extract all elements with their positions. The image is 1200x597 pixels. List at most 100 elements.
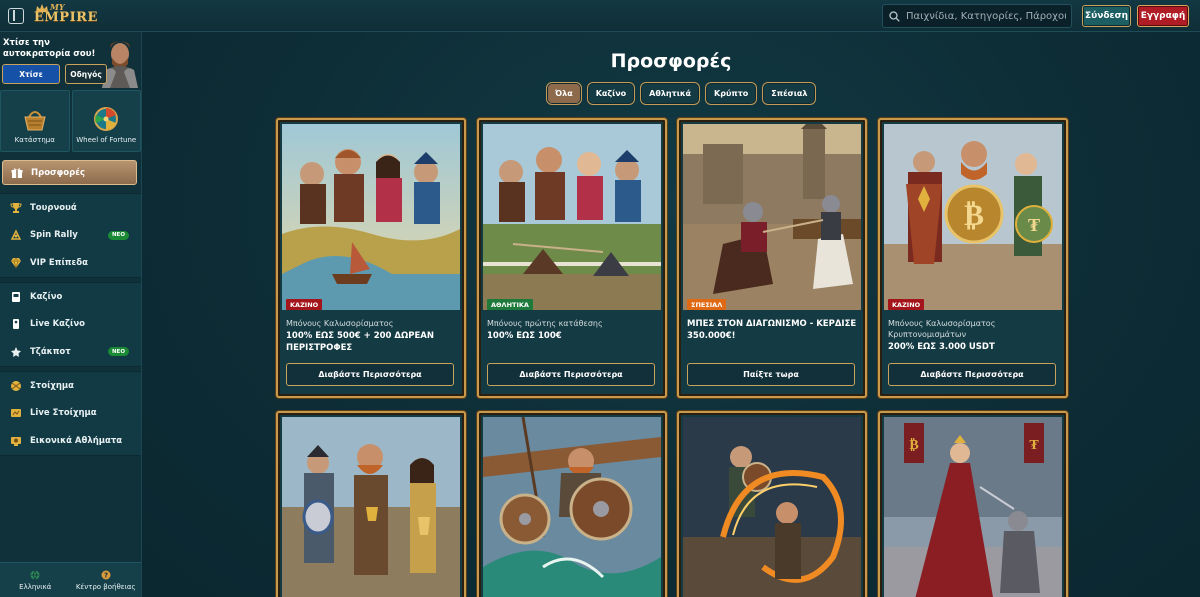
sidebar-item-live-casino[interactable]: Live Καζίνο (0, 311, 141, 339)
heroes-harbor-art (282, 124, 460, 310)
card-subtitle: Μπόνους πρώτης κατάθεσης (487, 319, 603, 328)
svg-text:?: ? (104, 571, 108, 579)
shop-tile[interactable]: Κατάστημα (0, 90, 70, 152)
wheel-of-fortune-tile[interactable]: Wheel of Fortune (71, 90, 141, 152)
card-title: ΜΠΕΣ ΣΤΟΝ ΔΙΑΓΩΝΙΣΜΟ - ΚΕΡΔΙΣΕ 350.000€! (687, 319, 857, 341)
filter-special[interactable]: Σπέσιαλ (762, 82, 817, 105)
viking-shields-art (483, 417, 661, 597)
read-more-button[interactable]: Διαβάστε Περισσότερα (286, 363, 454, 386)
category-badge: ΚΑΖΙΝΟ (286, 299, 323, 310)
category-badge: ΚΑΖΙΝΟ (888, 299, 925, 310)
sidebar-item-label: Καζίνο (30, 291, 63, 302)
nav-group-features: Τουρνουά Spin Rally ΝΕΟ VIP Επίπεδα (0, 193, 141, 278)
live-casino-icon (10, 318, 22, 330)
register-button[interactable]: Εγγραφή (1137, 5, 1189, 27)
promo-card[interactable]: ΑΘΛΗΤΙΚΑ Μπόνους πρώτης κατάθεσης 100% Ε… (477, 118, 667, 398)
search-box[interactable] (882, 4, 1072, 28)
filter-casino[interactable]: Καζίνο (586, 82, 636, 105)
filter-all[interactable]: Όλα (546, 82, 582, 105)
play-now-button[interactable]: Παίξτε τωρα (687, 363, 855, 386)
sidebar-item-live-betting[interactable]: Live Στοίχημα (0, 400, 141, 428)
sidebar-item-label: Live Στοίχημα (30, 408, 97, 419)
trophy-icon (10, 202, 22, 214)
help-icon: ? (101, 570, 111, 579)
card-title: 100% ΕΩΣ 500€ + 200 ΔΩΡΕΑΝ ΠΕΡΙΣΤΡΟΦΕΣ (286, 331, 434, 353)
logo[interactable]: MY EMPIRE (34, 3, 97, 29)
queen-knight-art: ₿ ₮ (884, 417, 1062, 597)
nav-group-sports: Στοίχημα Live Στοίχημα Εικονικά Αθλήματα (0, 371, 141, 456)
read-more-button[interactable]: Διαβάστε Περισσότερα (888, 363, 1056, 386)
filter-crypto[interactable]: Κρύπτο (705, 82, 758, 105)
wheel-of-fortune-label: Wheel of Fortune (76, 136, 137, 144)
crown-icon (36, 4, 48, 12)
svg-text:₮: ₮ (1029, 437, 1039, 453)
card-subtitle: Μπόνους Καλωσορίσματος (286, 319, 394, 328)
basket-icon (24, 111, 46, 131)
new-badge: ΝΕΟ (107, 230, 129, 240)
top-bar: MY EMPIRE Σύνδεση Εγγραφή (0, 0, 1200, 32)
live-bet-icon (10, 407, 22, 419)
category-filters: Όλα Καζίνο Αθλητικά Κρύπτο Σπέσιαλ (546, 82, 817, 105)
promo-card[interactable] (477, 411, 667, 597)
page-title: Προσφορές (610, 50, 732, 72)
gift-icon (11, 167, 23, 179)
jackpot-icon (10, 346, 22, 358)
promo-card[interactable]: ₿ ₮ (878, 411, 1068, 597)
promo-card[interactable]: ₿ ₮ ΚΑΖΙΝΟ Μπόνους Καλωσορίσματος Κρυπτο… (878, 118, 1068, 398)
ball-icon (10, 380, 22, 392)
wheel-icon (94, 107, 119, 131)
sidebar-item-label: Τζάκποτ (30, 346, 71, 357)
slot-icon (10, 291, 22, 303)
sidebar-item-virtual-sports[interactable]: Εικονικά Αθλήματα (0, 427, 141, 455)
svg-text:₮: ₮ (1028, 215, 1040, 236)
promo-card[interactable]: ΣΠΕΣΙΑΛ ΜΠΕΣ ΣΤΟΝ ΔΙΑΓΩΝΙΣΜΟ - ΚΕΡΔΙΣΕ 3… (677, 118, 867, 398)
build-empire-button[interactable]: Χτίσε (2, 64, 60, 84)
card-subtitle: Μπόνους Καλωσορίσματος Κρυπτονομισμάτων (888, 319, 996, 339)
category-badge: ΣΠΕΣΙΑΛ (687, 299, 727, 310)
sidebar-item-label: Live Καζίνο (30, 319, 85, 330)
language-label: Ελληνικά (19, 582, 52, 591)
sidebar-item-betting[interactable]: Στοίχημα (0, 372, 141, 400)
globe-icon (30, 569, 40, 580)
spin-icon (10, 229, 22, 241)
quick-tiles: Κατάστημα Wheel of Fortune (0, 90, 141, 152)
sidebar-item-spin-rally[interactable]: Spin Rally ΝΕΟ (0, 222, 141, 250)
sidebar-toggle-icon[interactable] (8, 8, 24, 24)
read-more-button[interactable]: Διαβάστε Περισσότερα (487, 363, 655, 386)
search-input[interactable] (906, 10, 1066, 22)
sidebar-item-jackpot[interactable]: Τζάκποτ ΝΕΟ (0, 338, 141, 366)
sidebar-item-casino[interactable]: Καζίνο (0, 283, 141, 311)
svg-text:₿: ₿ (909, 437, 918, 453)
login-button[interactable]: Σύνδεση (1082, 5, 1131, 27)
new-badge: ΝΕΟ (107, 347, 129, 356)
category-badge: ΑΘΛΗΤΙΚΑ (487, 299, 533, 310)
promo-card[interactable]: ΚΑΖΙΝΟ Μπόνους Καλωσορίσματος 100% ΕΩΣ 5… (276, 118, 466, 398)
fire-warriors-art (683, 417, 861, 597)
sidebar-item-label: VIP Επίπεδα (30, 257, 88, 268)
filter-sports[interactable]: Αθλητικά (640, 82, 701, 105)
guide-button[interactable]: Οδηγός (65, 64, 107, 84)
language-button[interactable]: Ελληνικά (0, 563, 71, 597)
sidebar-footer: Ελληνικά ? Κέντρο βοήθειας (0, 562, 141, 597)
card-title: 200% ΕΩΣ 3.000 USDT (888, 342, 995, 352)
svg-text:₿: ₿ (964, 198, 984, 233)
heroes-trophies-art (282, 417, 460, 597)
shop-label: Κατάστημα (14, 136, 55, 144)
empire-promo-text: Χτίσε την αυτοκρατορία σου! (3, 38, 96, 59)
sidebar-item-label: Spin Rally (30, 230, 78, 241)
promo-card[interactable] (677, 411, 867, 597)
sidebar-item-tournaments[interactable]: Τουρνουά (0, 194, 141, 222)
diamond-icon (10, 257, 22, 269)
promo-card[interactable] (276, 411, 466, 597)
sidebar-item-label: Στοίχημα (30, 380, 75, 391)
help-center-button[interactable]: ? Κέντρο βοήθειας (71, 563, 142, 597)
heroes-joust-art (483, 124, 661, 310)
nav-group-casino: Καζίνο Live Καζίνο Τζάκποτ ΝΕΟ (0, 282, 141, 367)
sidebar-item-label: Τουρνουά (30, 202, 77, 213)
virtual-sports-icon (10, 435, 22, 447)
sidebar-item-promotions[interactable]: Προσφορές (2, 160, 137, 185)
sidebar-item-label: Εικονικά Αθλήματα (30, 435, 123, 446)
help-center-label: Κέντρο βοήθειας (75, 582, 136, 591)
sidebar-item-vip-levels[interactable]: VIP Επίπεδα (0, 249, 141, 277)
crypto-warriors-art: ₿ ₮ (884, 124, 1062, 310)
